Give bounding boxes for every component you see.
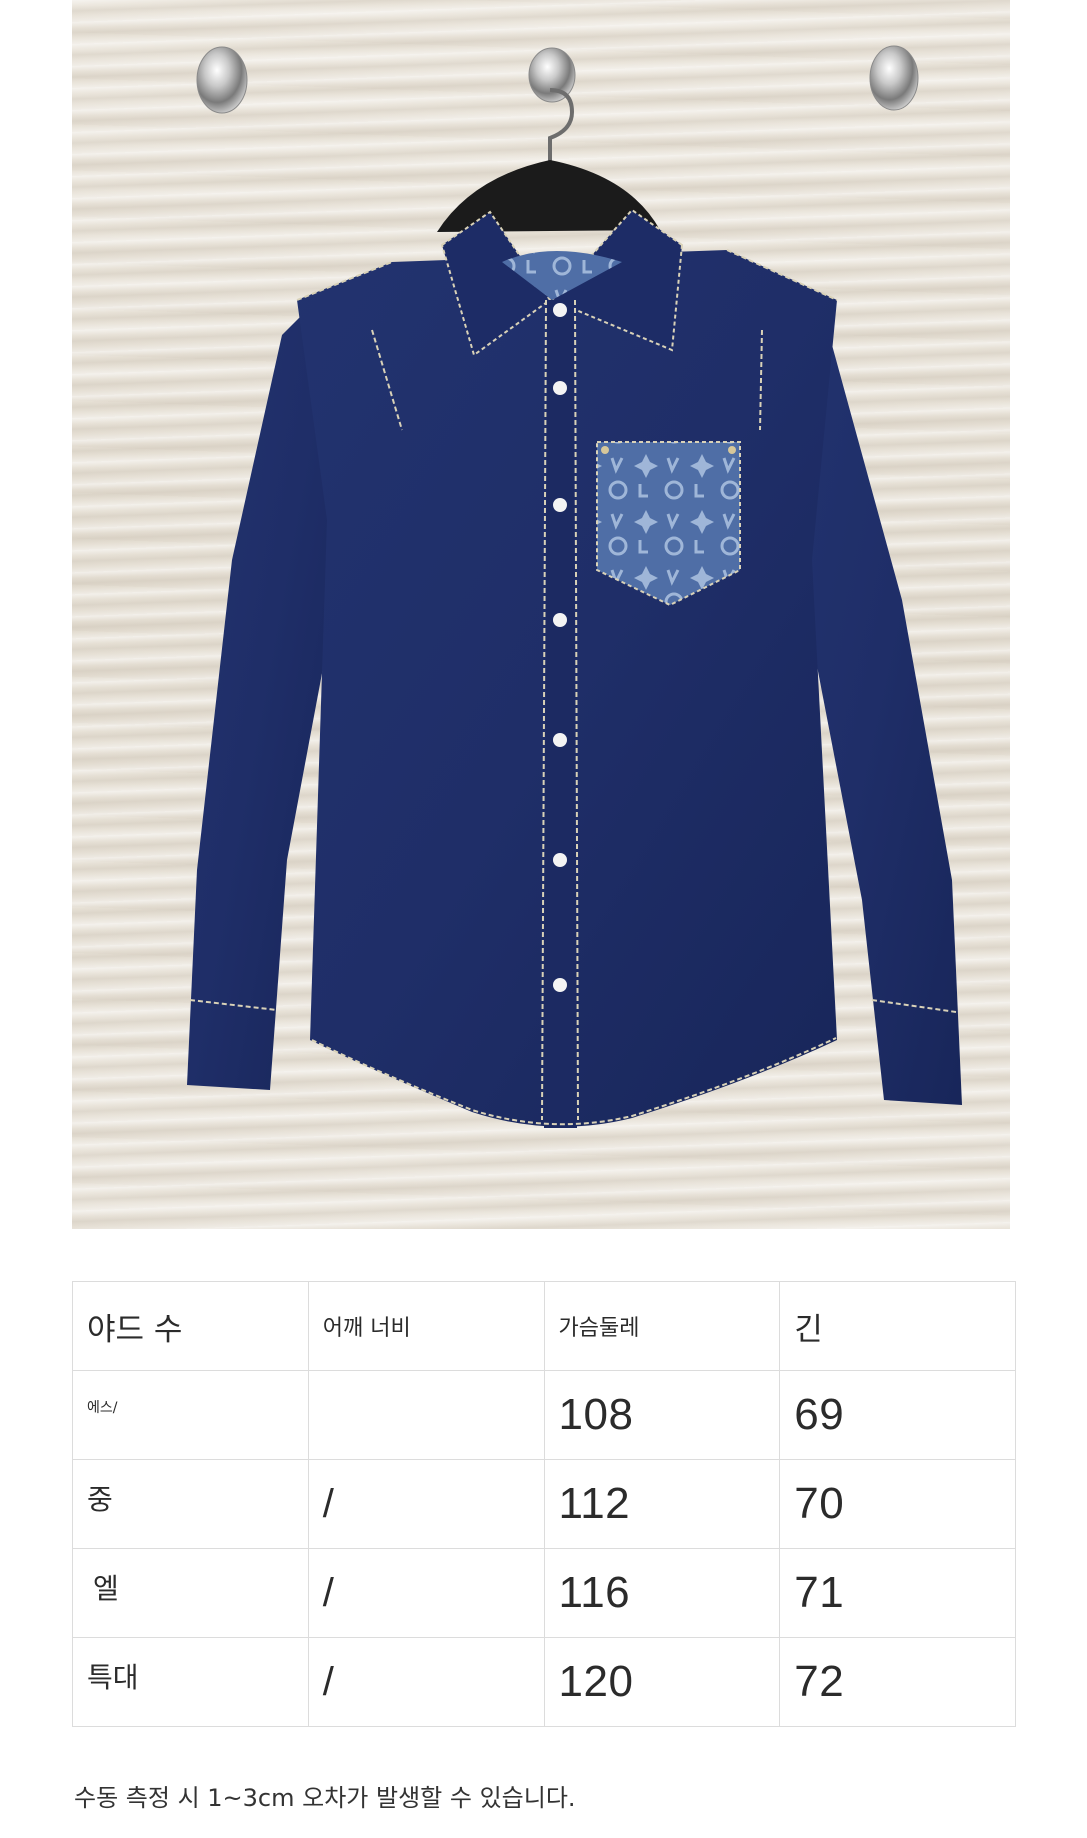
table-row: 중 / 112 70 [72, 1459, 1016, 1549]
header-chest: 가슴둘레 [543, 1281, 781, 1371]
cell-shoulder: / [307, 1548, 545, 1638]
cell-size: 엘 [72, 1548, 309, 1638]
cell-chest: 120 [543, 1637, 781, 1727]
cell-shoulder: / [307, 1637, 545, 1727]
header-shoulder: 어깨 너비 [307, 1281, 545, 1371]
header-length: 긴 [779, 1281, 1016, 1371]
table-header-row: 야드 수 어깨 너비 가슴둘레 긴 [72, 1281, 1016, 1371]
table-row: 엘 / 116 71 [72, 1548, 1016, 1638]
cell-chest: 108 [543, 1370, 781, 1460]
product-photo [72, 0, 1010, 1229]
denim-shirt [187, 208, 962, 1128]
cell-chest: 112 [543, 1459, 781, 1549]
cell-length: 69 [779, 1370, 1016, 1460]
measurement-note: 수동 측정 시 1~3cm 오차가 발생할 수 있습니다. [74, 1784, 576, 1812]
wall-knob-icon [196, 46, 248, 114]
cell-size: 특대 [72, 1637, 309, 1727]
table-row: 특대 / 120 72 [72, 1637, 1016, 1727]
header-size: 야드 수 [72, 1281, 309, 1371]
size-table: 야드 수 어깨 너비 가슴둘레 긴 에스/ 108 69 중 / 112 70 … [72, 1281, 1016, 1727]
wall-knob-icon [528, 47, 576, 103]
cell-size: 중 [72, 1459, 309, 1549]
monogram-pocket-icon [596, 441, 741, 607]
cell-length: 71 [779, 1548, 1016, 1638]
cell-shoulder [307, 1370, 545, 1460]
cell-length: 72 [779, 1637, 1016, 1727]
wall-knob-icon [869, 45, 919, 111]
cell-length: 70 [779, 1459, 1016, 1549]
table-row: 에스/ 108 69 [72, 1370, 1016, 1460]
cell-shoulder: / [307, 1459, 545, 1549]
cell-chest: 116 [543, 1548, 781, 1638]
cell-size: 에스/ [72, 1370, 309, 1460]
denim-shirt-illustration [187, 45, 962, 1128]
hanger-icon [437, 88, 660, 232]
